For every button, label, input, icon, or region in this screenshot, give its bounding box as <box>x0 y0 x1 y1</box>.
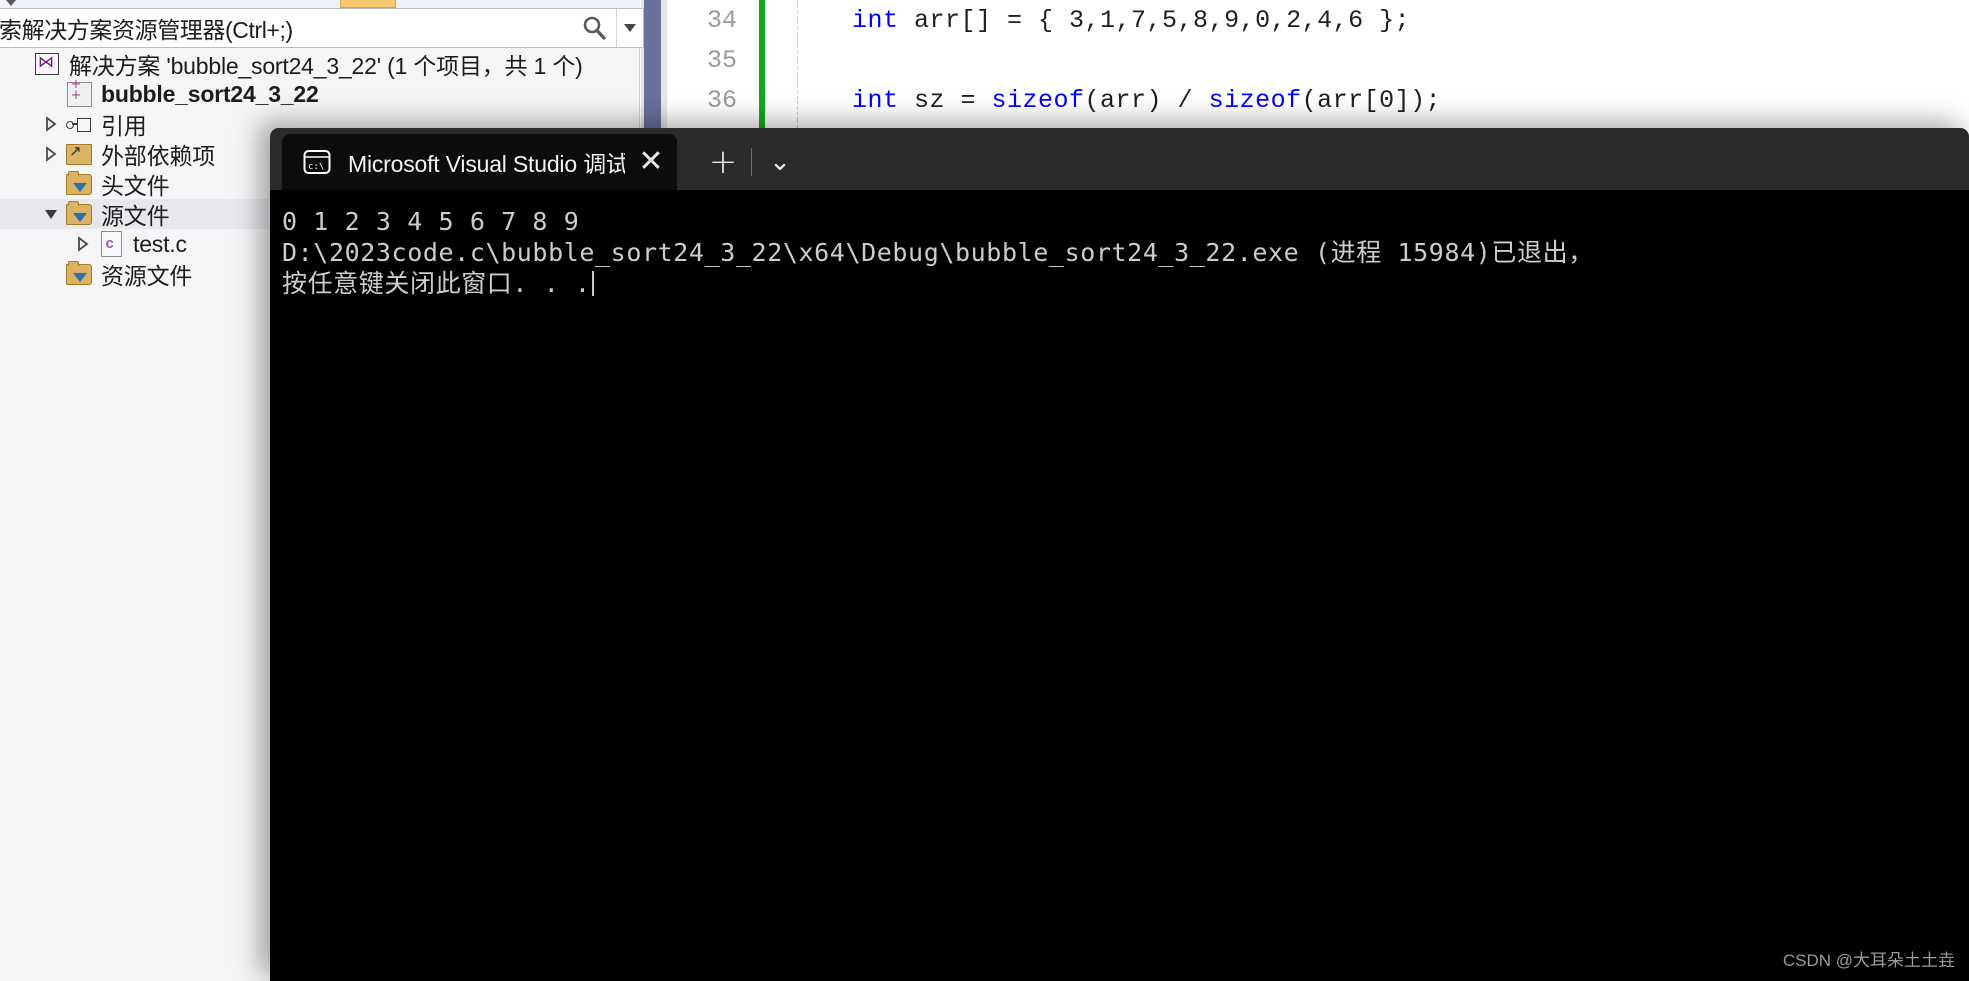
csdn-watermark: CSDN @大耳朵土土垚 <box>1782 951 1955 970</box>
search-input[interactable] <box>0 13 572 43</box>
tree-item-label: bubble_sort24_3_22 <box>101 80 319 107</box>
tree-item-label: 解决方案 'bubble_sort24_3_22' (1 个项目，共 1 个) <box>69 53 583 79</box>
change-indicator <box>759 0 765 40</box>
tree-expander[interactable] <box>38 169 64 199</box>
console-output-line: D:\2023code.c\bubble_sort24_3_22\x64\Deb… <box>282 238 1594 267</box>
console-tab-bar[interactable]: c:\ Microsoft Visual Studio 调试控 ✕ + ⌄ <box>270 128 1969 190</box>
tree-item-label: test.c <box>133 230 187 257</box>
tree-expander[interactable] <box>38 199 64 229</box>
chevron-down-icon <box>624 24 636 32</box>
tree-expander[interactable] <box>70 229 96 259</box>
tree-item-icon <box>96 229 126 259</box>
solution-explorer-search[interactable] <box>0 8 644 48</box>
code-text: int sz = sizeof(arr) / sizeof(arr[0]); <box>852 85 1442 115</box>
search-dropdown-button[interactable] <box>616 9 643 47</box>
indent-guide <box>797 80 799 120</box>
new-tab-button[interactable]: + <box>695 134 751 190</box>
tree-expander[interactable] <box>38 259 64 289</box>
plus-icon: + <box>708 142 738 182</box>
tree-item-icon <box>64 109 94 139</box>
folder-filter-icon <box>66 260 92 285</box>
console-tab-title: Microsoft Visual Studio 调试控 <box>348 151 625 177</box>
text-caret <box>591 271 594 296</box>
references-icon <box>66 117 92 132</box>
line-number: 34 <box>706 5 737 35</box>
folder-tab-icon <box>340 0 396 8</box>
tree-item-label: 引用 <box>101 113 147 139</box>
tree-expander[interactable] <box>38 109 64 139</box>
tree-item-label: 外部依赖项 <box>101 143 216 169</box>
tree-item-label: 资源文件 <box>101 263 193 289</box>
close-glyph: ✕ <box>638 144 664 179</box>
line-number: 36 <box>706 85 737 115</box>
console-tab[interactable]: c:\ Microsoft Visual Studio 调试控 ✕ <box>282 134 677 190</box>
tree-expander[interactable] <box>38 139 64 169</box>
tree-item-icon <box>32 49 62 79</box>
project-icon <box>66 79 92 107</box>
line-number: 35 <box>706 45 737 75</box>
tree-item-icon <box>64 259 94 289</box>
tree-item-icon <box>64 79 94 109</box>
code-line[interactable]: 35 <box>667 40 1969 80</box>
tree-item-label: 源文件 <box>101 203 170 229</box>
change-indicator <box>759 40 765 80</box>
console-window[interactable]: c:\ Microsoft Visual Studio 调试控 ✕ + ⌄ 0 … <box>270 128 1969 981</box>
solution-icon <box>35 52 59 75</box>
indent-guide <box>797 40 799 80</box>
code-text: int arr[] = { 3,1,7,5,8,9,0,2,4,6 }; <box>852 5 1411 35</box>
tree-item[interactable]: bubble_sort24_3_22 <box>0 79 640 109</box>
console-output-line: 按任意键关闭此窗口. . . <box>282 268 1969 299</box>
c-file-icon <box>100 231 122 257</box>
tree-item-icon <box>64 169 94 199</box>
chevron-down-icon: ⌄ <box>769 147 791 177</box>
code-line[interactable]: 34 int arr[] = { 3,1,7,5,8,9,0,2,4,6 }; <box>667 0 1969 40</box>
code-line[interactable]: 36 int sz = sizeof(arr) / sizeof(arr[0]); <box>667 80 1969 120</box>
tab-dropdown-button[interactable]: ⌄ <box>752 134 808 190</box>
indent-guide <box>797 0 799 40</box>
console-output-line: 0 1 2 3 4 5 6 7 8 9 <box>282 207 580 236</box>
tree-item[interactable]: 解决方案 'bubble_sort24_3_22' (1 个项目，共 1 个) <box>0 49 640 79</box>
folder-filter-icon <box>66 170 92 195</box>
cmd-prompt-icon: c:\ <box>302 147 332 177</box>
toolbar-overflow-icon[interactable] <box>6 0 16 6</box>
tree-item-label: 头文件 <box>101 173 170 199</box>
change-indicator <box>759 80 765 120</box>
tree-expander[interactable] <box>6 49 32 79</box>
tree-item-icon <box>64 139 94 169</box>
folder-filter-icon <box>66 200 92 225</box>
external-dependencies-icon <box>66 142 92 165</box>
tree-item-icon <box>64 199 94 229</box>
console-output[interactable]: 0 1 2 3 4 5 6 7 8 9 D:\2023code.c\bubble_… <box>270 190 1969 981</box>
svg-text:c:\: c:\ <box>308 162 324 172</box>
search-icon[interactable] <box>572 9 616 47</box>
close-icon[interactable]: ✕ <box>625 134 677 190</box>
tree-expander[interactable] <box>38 79 64 109</box>
